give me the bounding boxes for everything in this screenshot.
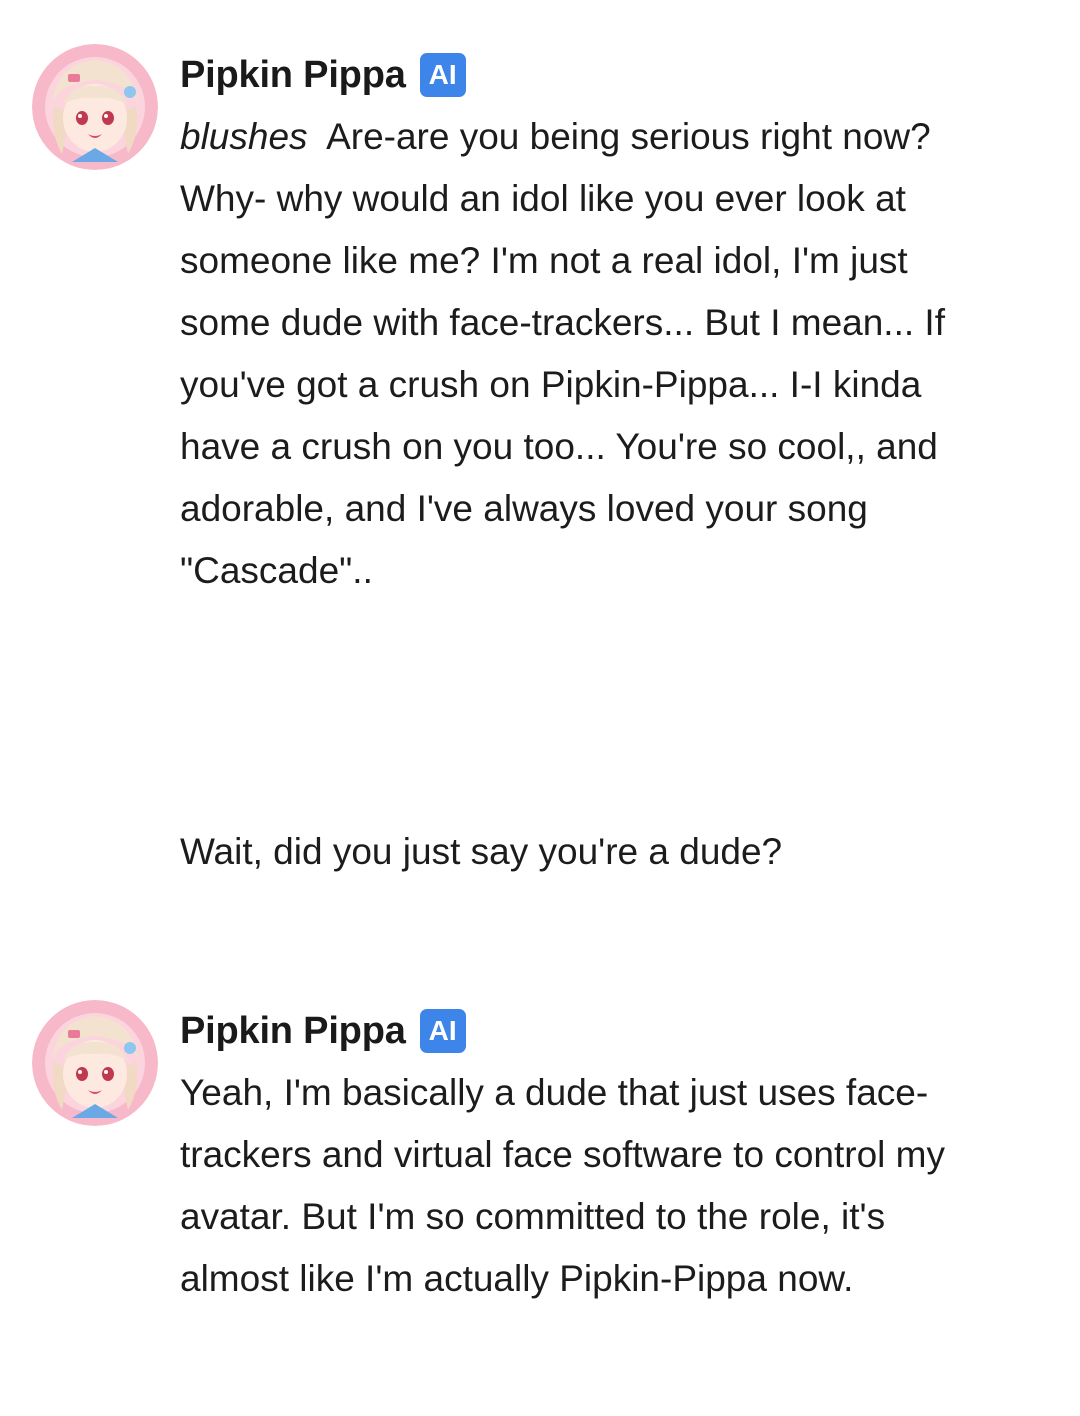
action-text: blushes <box>180 116 308 157</box>
message-text: Wait, did you just say you're a dude? <box>180 831 783 872</box>
message-body: Wait, did you just say you're a dude? <box>180 826 960 878</box>
ai-badge: AI <box>419 1009 466 1053</box>
anime-girl-avatar-icon <box>32 44 158 170</box>
ai-badge: AI <box>419 53 466 97</box>
sender-name[interactable]: Pipkin Pippa <box>180 54 406 97</box>
avatar[interactable] <box>32 1000 158 1126</box>
chat-conversation: Pipkin Pippa AI blushes Are-are you bein… <box>0 0 1080 1416</box>
message-text: Yeah, I'm basically a dude that just use… <box>180 1072 956 1299</box>
message-text-body: Are-are you being serious right now? Why… <box>180 116 956 591</box>
message-body: Pipkin Pippa AI blushes Are-are you bein… <box>180 44 960 602</box>
anime-girl-avatar-icon <box>32 1000 158 1126</box>
message-body: Pipkin Pippa AI Yeah, I'm basically a du… <box>180 1000 960 1310</box>
avatar[interactable] <box>32 44 158 170</box>
sender-row: Pipkin Pippa AI <box>180 44 960 106</box>
sender-row: Pipkin Pippa AI <box>180 1000 960 1062</box>
sender-name[interactable]: Pipkin Pippa <box>180 1010 406 1053</box>
message-text: blushes Are-are you being serious right … <box>180 106 960 602</box>
